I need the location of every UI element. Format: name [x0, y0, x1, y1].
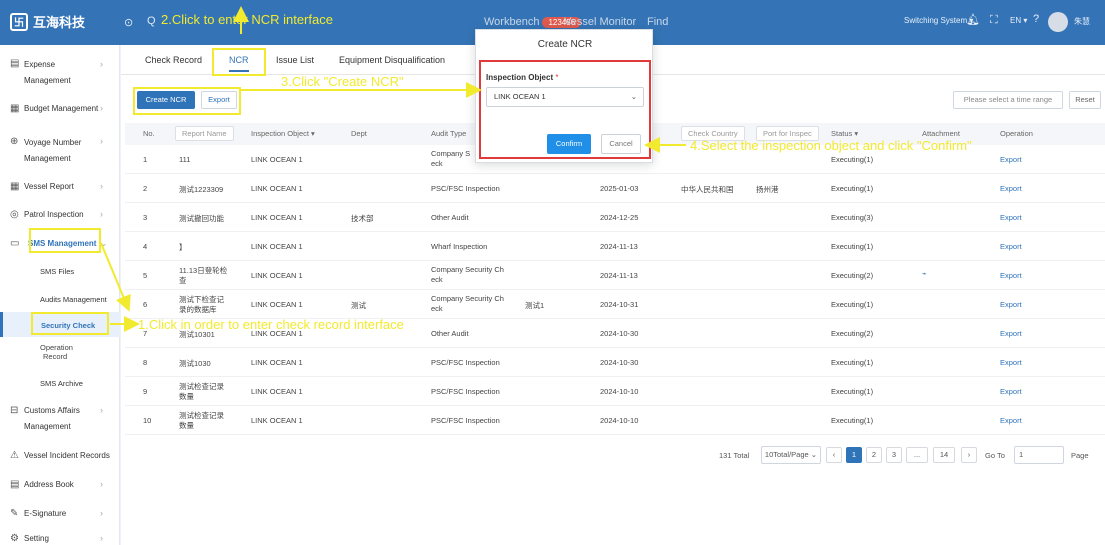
annotation-step1: 1.Click in order to enter check record i…	[138, 317, 404, 332]
annotation-step3: 3.Click "Create NCR"	[281, 74, 404, 89]
annotation-arrows	[100, 6, 686, 332]
annotation-step2: 2.Click to enter NCR interface	[161, 12, 333, 27]
annotation-step4: 4.Select the inspection object and click…	[690, 138, 972, 153]
arrow-step1-a	[100, 242, 131, 312]
